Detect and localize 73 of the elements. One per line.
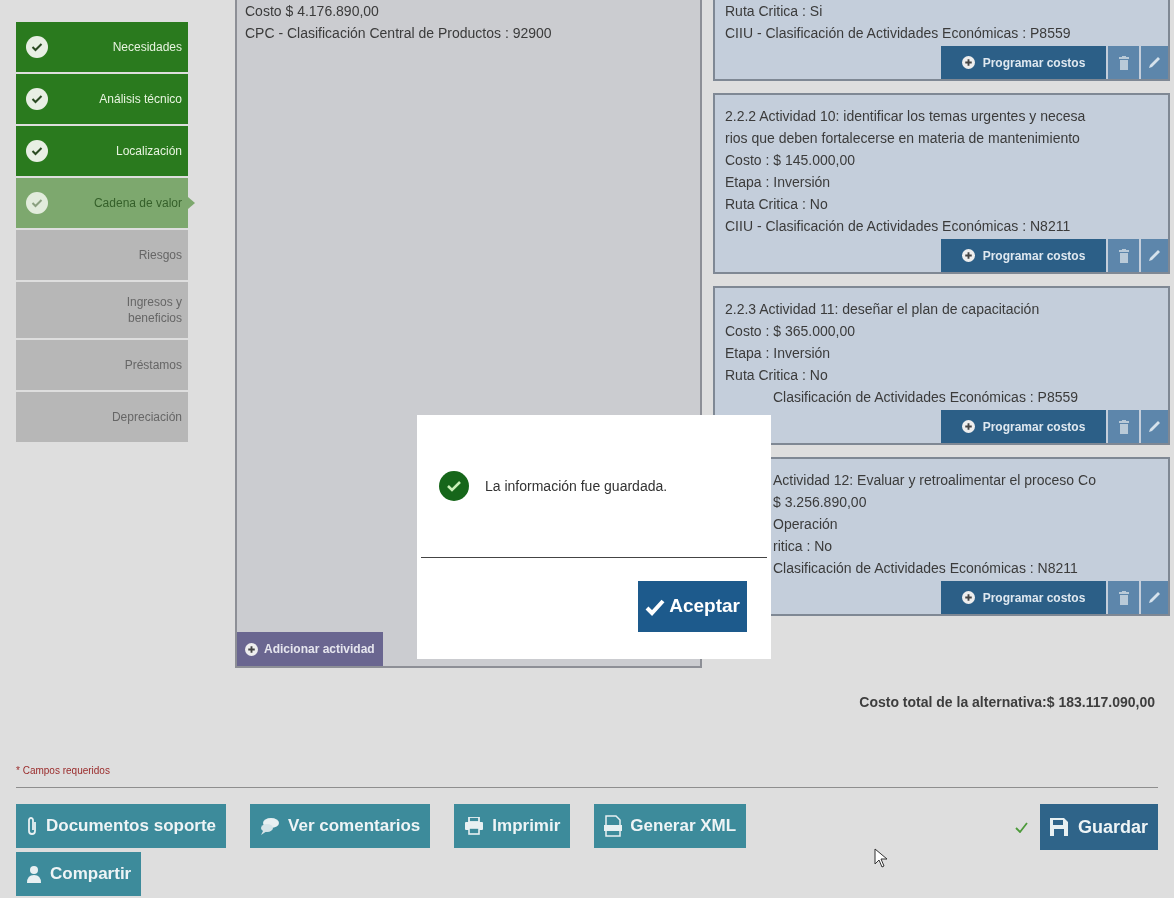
step-tab[interactable]: Riesgos [16, 230, 188, 280]
detail-text: ritica : No [772, 537, 834, 556]
pencil-icon [1148, 249, 1161, 262]
step-tab[interactable]: Necesidades [16, 22, 188, 72]
detail-text: CPC - Clasificación Central de Productos : 92900 [245, 24, 553, 43]
step-tab[interactable]: Ingresos y beneficios [16, 282, 188, 338]
detail-text: $ 3.256.890,00 [772, 493, 868, 512]
pencil-icon [1148, 56, 1161, 69]
edit-button[interactable] [1141, 46, 1168, 79]
plus-circle-icon [961, 249, 975, 262]
detail-text: Ruta Critica : No [725, 366, 829, 385]
pencil-icon [1148, 591, 1161, 604]
plus-circle-icon [961, 56, 975, 69]
detail-text: 2.2.2 Actividad 10: identificar los temas urgentes y necesa [725, 107, 1087, 126]
step-tab[interactable]: Cadena de valor [16, 178, 188, 228]
delete-button[interactable] [1108, 581, 1139, 614]
detail-text: Ruta Critica : Si [725, 2, 824, 21]
detail-text: Costo : $ 365.000,00 [725, 322, 856, 341]
plus-circle-icon [961, 591, 975, 604]
save-button[interactable]: Guardar [1039, 804, 1158, 850]
action-button[interactable]: Compartir [16, 852, 142, 896]
check-icon [645, 597, 666, 616]
detail-text: Actividad 12: Evaluar y retroalimentar el proceso Co [772, 471, 1097, 490]
trash-icon [1118, 55, 1129, 70]
add-activity-button[interactable]: Adicionar actividad [237, 632, 383, 666]
detail-text: Costo $ 4.176.890,00 [245, 2, 380, 21]
trash-icon [1118, 419, 1129, 434]
success-icon [439, 471, 469, 501]
edit-button[interactable] [1141, 239, 1168, 272]
schedule-costs-button[interactable]: Programar costos [941, 410, 1106, 443]
dialog-message: La información fue guardada. [485, 476, 668, 496]
edit-button[interactable] [1141, 581, 1168, 614]
detail-text: 2.2.3 Actividad 11: deseñar el plan de capacitación [725, 300, 1041, 319]
detail-text: Etapa : Inversión [725, 173, 832, 192]
detail-text: rios que deben fortalecerse en materia de mantenimiento [725, 129, 1081, 148]
accept-button[interactable]: Aceptar [638, 581, 747, 632]
action-button[interactable]: Generar XML [594, 804, 747, 848]
step-tab[interactable]: Localización [16, 126, 188, 176]
schedule-costs-button[interactable]: Programar costos [941, 239, 1106, 272]
pencil-icon [1148, 420, 1161, 433]
edit-button[interactable] [1141, 410, 1168, 443]
printer-icon [464, 817, 485, 835]
trash-icon [1118, 248, 1129, 263]
action-button[interactable]: Ver comentarios [250, 804, 431, 848]
user-icon [26, 865, 42, 883]
schedule-costs-button[interactable]: Programar costos [941, 581, 1106, 614]
comments-icon [260, 817, 281, 835]
detail-text: Costo : $ 145.000,00 [725, 151, 856, 170]
detail-text: CIIU - Clasificación de Actividades Económicas : N8211 [725, 217, 1072, 236]
detail-text: Clasificación de Actividades Económicas : N8211 [772, 559, 1079, 578]
detail-text: Operación [772, 515, 839, 534]
delete-button[interactable] [1108, 239, 1139, 272]
plus-circle-icon [245, 642, 258, 656]
detail-text: Etapa : Inversión [725, 344, 832, 363]
xml-file-icon [604, 815, 623, 837]
step-tab[interactable]: Análisis técnico [16, 74, 188, 124]
paperclip-icon [26, 816, 38, 836]
schedule-costs-button[interactable]: Programar costos [941, 46, 1106, 79]
detail-text: Ruta Critica : No [725, 195, 829, 214]
total-cost: Costo total de la alternativa:$ 183.117.090,00 [859, 693, 1155, 712]
plus-circle-icon [961, 420, 975, 433]
action-button[interactable]: Imprimir [454, 804, 571, 848]
step-tab[interactable]: Depreciación [16, 392, 188, 442]
action-button[interactable]: Documentos soporte [16, 804, 227, 848]
cursor-icon [874, 848, 888, 868]
pointer-arrow-icon [188, 197, 195, 209]
required-fields-note: * Campos requeridos [16, 765, 110, 776]
detail-text: Clasificación de Actividades Económicas : P8559 [772, 388, 1080, 407]
trash-icon [1118, 590, 1129, 605]
delete-button[interactable] [1108, 410, 1139, 443]
detail-text: CIIU - Clasificación de Actividades Económicas : P8559 [725, 24, 1072, 43]
delete-button[interactable] [1108, 46, 1139, 79]
step-tab[interactable]: Préstamos [16, 340, 188, 390]
